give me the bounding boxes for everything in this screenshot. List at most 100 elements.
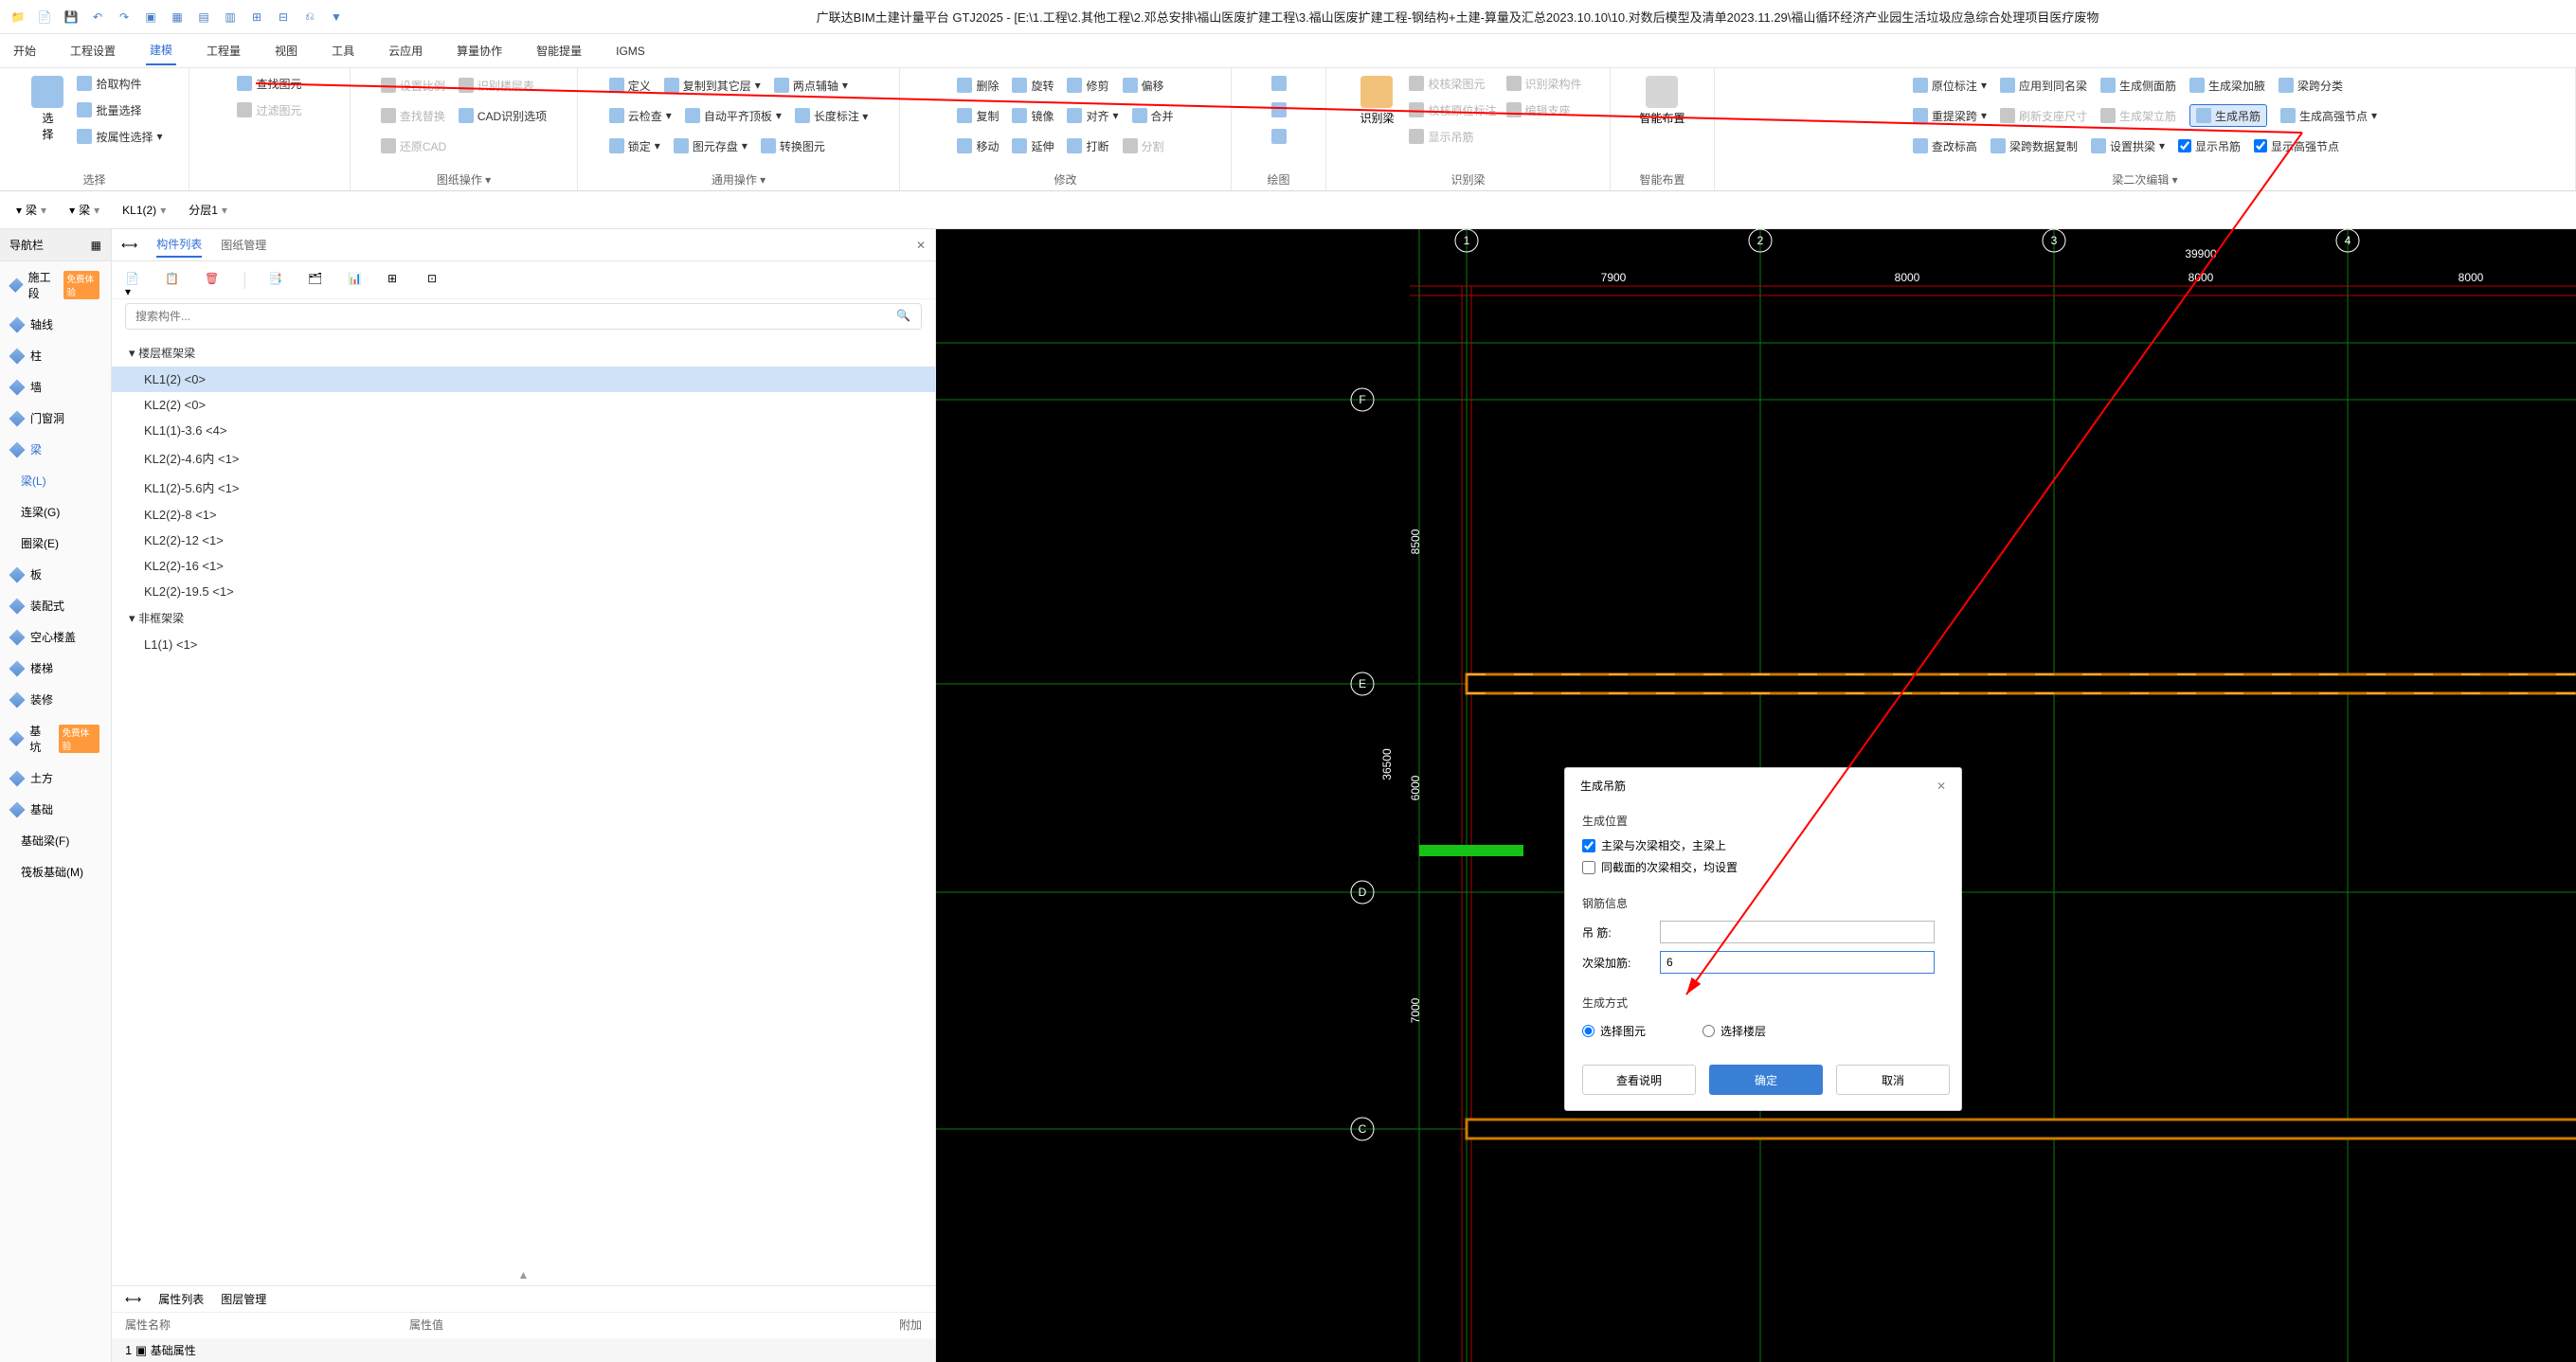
panel-close-icon[interactable]: ✕: [916, 239, 926, 252]
apply-same-name-button[interactable]: 应用到同名梁: [2000, 74, 2087, 97]
list-item[interactable]: KL2(2)-19.5 <1>: [112, 579, 935, 604]
draw-arc-button[interactable]: [1271, 99, 1287, 121]
select-big-button[interactable]: 选择: [26, 72, 69, 148]
gen-haunch-button[interactable]: 生成梁加腋: [2189, 74, 2265, 97]
select-by-prop-button[interactable]: 按属性选择 ▾: [77, 125, 162, 148]
qat-icon-10[interactable]: ⊞: [246, 7, 267, 27]
nav-column[interactable]: 柱: [0, 340, 111, 371]
list-item[interactable]: KL2(2)-16 <1>: [112, 553, 935, 579]
save-element-button[interactable]: 图元存盘 ▾: [674, 134, 748, 157]
tab-drawing-mgmt[interactable]: 图纸管理: [221, 233, 266, 257]
menu-cloud[interactable]: 云应用: [385, 37, 426, 64]
tb-icon-6[interactable]: 📊: [348, 272, 365, 289]
edit-support-button[interactable]: 编辑支座: [1506, 99, 1582, 121]
menu-igms[interactable]: IGMS: [612, 39, 649, 63]
menu-start[interactable]: 开始: [9, 37, 40, 64]
tb-icon-7[interactable]: ⊞: [387, 272, 405, 289]
nav-earthwork[interactable]: 土方: [0, 762, 111, 794]
menu-settings[interactable]: 工程设置: [66, 37, 119, 64]
gen-side-rebar-button[interactable]: 生成侧面筋: [2100, 74, 2176, 97]
nav-beam-l[interactable]: 梁(L): [0, 465, 111, 496]
qat-icon-6[interactable]: ▣: [140, 7, 161, 27]
tab-layers[interactable]: 图层管理: [221, 1291, 266, 1307]
trim-button[interactable]: 修剪: [1067, 74, 1108, 97]
align-button[interactable]: 对齐 ▾: [1067, 104, 1118, 127]
set-scale-button[interactable]: 设置比例: [381, 74, 445, 97]
nav-axis[interactable]: 轴线: [0, 309, 111, 340]
nav-door[interactable]: 门窗洞: [0, 403, 111, 434]
button-view-info[interactable]: 查看说明: [1582, 1065, 1696, 1095]
input-stirrup[interactable]: [1660, 921, 1935, 943]
split-button[interactable]: 分割: [1123, 134, 1164, 157]
rotate-button[interactable]: 旋转: [1012, 74, 1054, 97]
nav-foundation[interactable]: 基础: [0, 794, 111, 825]
tab-props[interactable]: 属性列表: [158, 1291, 204, 1307]
radio-select-floor[interactable]: 选择楼层: [1702, 1020, 1766, 1042]
list-item[interactable]: KL2(2)-8 <1>: [112, 502, 935, 528]
nav-stair[interactable]: 楼梯: [0, 653, 111, 684]
menu-qty[interactable]: 工程量: [203, 37, 244, 64]
list-item[interactable]: L1(1) <1>: [112, 632, 935, 657]
tb-new-icon[interactable]: 📄▾: [125, 272, 142, 289]
convert-element-button[interactable]: 转换图元: [761, 134, 825, 157]
menu-tool[interactable]: 工具: [328, 37, 358, 64]
basic-props[interactable]: 基础属性: [151, 1344, 196, 1357]
aux-axis-button[interactable]: 两点辅轴 ▾: [774, 74, 848, 97]
qat-redo-icon[interactable]: ↷: [114, 7, 135, 27]
gen-stirrup-button[interactable]: 生成吊筋: [2189, 104, 2267, 127]
show-strongnode-checkbox[interactable]: 显示高强节点: [2254, 134, 2339, 157]
auto-align-button[interactable]: 自动平齐顶板 ▾: [685, 104, 782, 127]
qat-icon-9[interactable]: ▥: [220, 7, 241, 27]
menu-view[interactable]: 视图: [271, 37, 301, 64]
check-beam-element-button[interactable]: 校核梁图元: [1409, 72, 1496, 95]
menu-smart[interactable]: 智能提量: [532, 37, 585, 64]
show-stirrup-checkbox[interactable]: 显示吊筋: [2178, 134, 2241, 157]
menu-model[interactable]: 建模: [146, 36, 176, 65]
nav-beam[interactable]: 梁: [0, 434, 111, 465]
qat-new-icon[interactable]: 📄: [34, 7, 55, 27]
smart-layout-big-button[interactable]: 智能布置: [1633, 72, 1690, 130]
list-item[interactable]: KL1(2)-5.6内 <1>: [112, 473, 935, 502]
button-cancel[interactable]: 取消: [1836, 1065, 1950, 1095]
radio-select-element[interactable]: 选择图元: [1582, 1020, 1646, 1042]
list-item[interactable]: KL2(2)-4.6内 <1>: [112, 443, 935, 473]
nav-prefab[interactable]: 装配式: [0, 590, 111, 621]
restore-cad-button[interactable]: 还原CAD: [381, 134, 446, 157]
dialog-close-icon[interactable]: ✕: [1937, 780, 1946, 793]
move-button[interactable]: 移动: [957, 134, 999, 157]
nav-wall[interactable]: 墙: [0, 371, 111, 403]
identify-beam-component-button[interactable]: 识别梁构件: [1506, 72, 1582, 95]
nav-section[interactable]: 施工段免费体验: [0, 261, 111, 309]
break-button[interactable]: 打断: [1067, 134, 1108, 157]
list-item[interactable]: KL2(2)-12 <1>: [112, 528, 935, 553]
tb-icon-5[interactable]: 🗂: [308, 272, 325, 289]
opt-same-section-checkbox[interactable]: 同截面的次梁相交，均设置: [1582, 856, 1944, 878]
qat-icon-12[interactable]: ⎌: [299, 7, 320, 27]
offset-button[interactable]: 偏移: [1123, 74, 1164, 97]
find-element-button[interactable]: 查找图元: [237, 72, 301, 95]
filter-element-button[interactable]: 过滤图元: [237, 99, 301, 121]
check-origin-mark-button[interactable]: 校核原位标注: [1409, 99, 1496, 121]
filter-4[interactable]: 分层1▾: [182, 199, 234, 221]
qat-icon-13[interactable]: ▼: [326, 7, 347, 27]
qat-icon-8[interactable]: ▤: [193, 7, 214, 27]
gen-strongnode-button[interactable]: 生成高强节点 ▾: [2280, 104, 2377, 127]
batch-select-button[interactable]: 批量选择: [77, 99, 162, 121]
tb-icon-8[interactable]: ⊡: [427, 272, 444, 289]
show-stirrup-button[interactable]: 显示吊筋: [1409, 125, 1496, 148]
tree-expand-icon[interactable]: ⟷: [121, 239, 137, 252]
qat-undo-icon[interactable]: ↶: [87, 7, 108, 27]
gen-frame-rebar-button[interactable]: 生成架立筋: [2100, 104, 2176, 127]
tb-delete-icon[interactable]: 🗑: [205, 272, 222, 289]
opt-main-secondary-checkbox[interactable]: 主梁与次梁相交，主梁上: [1582, 834, 1944, 856]
cad-option-button[interactable]: CAD识别选项: [459, 104, 547, 127]
beam-span-class-button[interactable]: 梁跨分类: [2279, 74, 2343, 97]
qat-icon-7[interactable]: ▦: [167, 7, 188, 27]
button-ok[interactable]: 确定: [1709, 1065, 1823, 1095]
nav-pit[interactable]: 基坑免费体验: [0, 715, 111, 762]
cloud-check-button[interactable]: 云检查 ▾: [609, 104, 672, 127]
pick-component-button[interactable]: 拾取构件: [77, 72, 162, 95]
category-non-frame-beam[interactable]: ▾ 非框架梁: [112, 604, 935, 632]
set-arch-beam-button[interactable]: 设置拱梁 ▾: [2091, 134, 2165, 157]
copy-to-floor-button[interactable]: 复制到其它层 ▾: [664, 74, 761, 97]
